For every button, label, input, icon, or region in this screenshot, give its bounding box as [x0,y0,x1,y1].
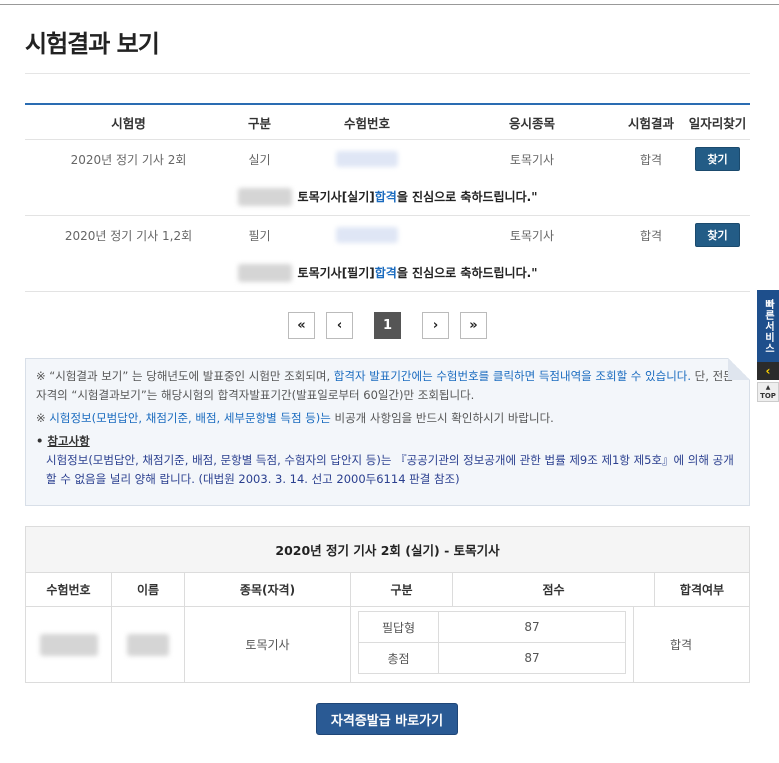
top-button[interactable]: ▲ TOP [757,382,779,402]
congrats-message-row: 토목기사[실기] 합격 을 진심으로 축하드립니다." [25,178,750,216]
redacted-name [237,263,292,282]
notice-text: ※ “시험결과 보기” 는 당해년도에 발표중인 시험만 조회되며, [36,369,334,383]
header-type: 구분 [247,115,271,131]
exam-type: 필기 [248,228,271,243]
detail-body-row: 토목기사 필답형 87 총점 87 합격 [26,607,749,682]
table-row: 2020년 정기 기사 2회 실기 토목기사 합격 찾기 [25,140,750,178]
detail-header-pass: 합격여부 [679,583,725,597]
redacted-name [237,187,292,206]
detail-header-name: 이름 [112,573,185,606]
header-field: 응시종목 [508,115,555,131]
top-label: TOP [760,392,776,400]
congrats-pass: 합격 [374,266,397,280]
exam-name: 2020년 정기 기사 1,2회 [64,228,193,243]
page-fold-icon [728,358,750,380]
score-value: 87 [438,611,626,643]
table-row: 2020년 정기 기사 1,2회 필기 토목기사 합격 찾기 [25,216,750,254]
notice-reference: • 참고사항시험정보(모범답안, 채점기준, 배점, 문항별 득점, 수험자의 … [36,432,739,489]
exam-type: 실기 [248,152,271,167]
detail-header-field: 종목(자격) [185,573,351,606]
exam-field: 토목기사 [509,228,555,243]
notice-box: ※ “시험결과 보기” 는 당해년도에 발표중인 시험만 조회되며, 합격자 발… [25,358,750,506]
first-page-button[interactable]: « [288,312,315,339]
job-search-cell: 찾기 [685,223,750,247]
congrats-suffix: 을 진심으로 축하드립니다." [396,266,538,280]
bullet: • [36,434,48,448]
notice-text: ※ [36,411,50,425]
page-title: 시험결과 보기 [25,30,160,58]
current-page-button[interactable]: 1 [374,312,401,339]
reference-title: 참고사항 [47,434,90,448]
score-label: 필답형 [358,611,439,643]
header-exam-number: 수험번호 [343,115,390,131]
notice-line-1: ※ “시험결과 보기” 는 당해년도에 발표중인 시험만 조회되며, 합격자 발… [36,367,739,405]
certificate-issue-button[interactable]: 자격증발급 바로가기 [316,703,458,735]
detail-title: 2020년 정기 기사 2회 (실기) - 토목기사 [26,527,749,573]
score-value: 87 [438,642,626,674]
results-header-row: 시험명 구분 수험번호 응시종목 시험결과 일자리찾기 [25,105,750,140]
score-breakdown: 필답형 87 총점 87 [351,607,634,682]
exam-name: 2020년 정기 기사 2회 [70,152,187,167]
detail-field: 토목기사 [185,607,351,682]
find-job-button[interactable]: 찾기 [695,147,740,171]
congrats-prefix: 토목기사[필기] [297,266,375,280]
last-page-button[interactable]: » [460,312,487,339]
exam-number-link[interactable] [287,151,447,167]
redacted-exam-number[interactable] [336,227,398,243]
notice-text: 비공개 사항임을 반드시 확인하시기 바랍니다. [330,411,554,425]
title-divider [25,73,750,74]
find-job-button[interactable]: 찾기 [695,223,740,247]
next-page-button[interactable]: › [422,312,449,339]
reference-body: 시험정보(모범답안, 채점기준, 배점, 문항별 득점, 수험자의 답안지 등)… [46,453,734,486]
redacted-name [127,633,169,656]
congrats-pass: 합격 [374,190,397,204]
table-row: 총점 87 [358,642,626,674]
notice-highlight: 시험정보(모범답안, 채점기준, 배점, 세부문항별 득점 등)는 [49,411,331,425]
detail-name-cell [112,607,185,682]
detail-header-number: 수험번호 [26,573,112,606]
results-table: 시험명 구분 수험번호 응시종목 시험결과 일자리찾기 2020년 정기 기사 … [25,103,750,292]
job-search-cell: 찾기 [685,147,750,171]
header-exam-name: 시험명 [111,115,146,131]
congrats-message-row: 토목기사[필기] 합격 을 진심으로 축하드립니다." [25,254,750,292]
exam-field: 토목기사 [509,152,555,167]
redacted-exam-number [39,633,98,656]
exam-result: 합격 [639,228,663,243]
top-border [0,4,779,5]
detail-number-cell [26,607,112,682]
detail-pass: 합격 [669,638,693,652]
detail-header-category: 구분 [351,573,453,606]
score-detail-table: 2020년 정기 기사 2회 (실기) - 토목기사 수험번호 이름 종목(자격… [25,526,750,683]
quick-service-tab[interactable]: 빠른서비스 [757,290,779,362]
congrats-prefix: 토목기사[실기] [297,190,375,204]
score-label: 총점 [358,642,439,674]
header-job-search: 일자리찾기 [688,115,747,131]
redacted-exam-number[interactable] [336,151,398,167]
exam-number-link[interactable] [287,227,447,243]
chevron-left-icon[interactable]: ‹ [757,362,779,380]
notice-line-2: ※ 시험정보(모범답안, 채점기준, 배점, 세부문항별 득점 등)는 비공개 … [36,409,739,428]
exam-result: 합격 [639,152,663,167]
notice-highlight: 합격자 발표기간에는 수험번호를 클릭하면 득점내역을 조회할 수 있습니다. [333,369,692,383]
pagination: « ‹ 1 › » [0,312,779,339]
table-row: 필답형 87 [358,611,626,643]
caret-up-icon: ▲ [765,384,771,391]
detail-header-score: 점수 [453,573,655,606]
header-result: 시험결과 [627,115,674,131]
congrats-suffix: 을 진심으로 축하드립니다." [396,190,538,204]
detail-header-row: 수험번호 이름 종목(자격) 구분 점수 합격여부 [26,573,749,607]
prev-page-button[interactable]: ‹ [326,312,353,339]
